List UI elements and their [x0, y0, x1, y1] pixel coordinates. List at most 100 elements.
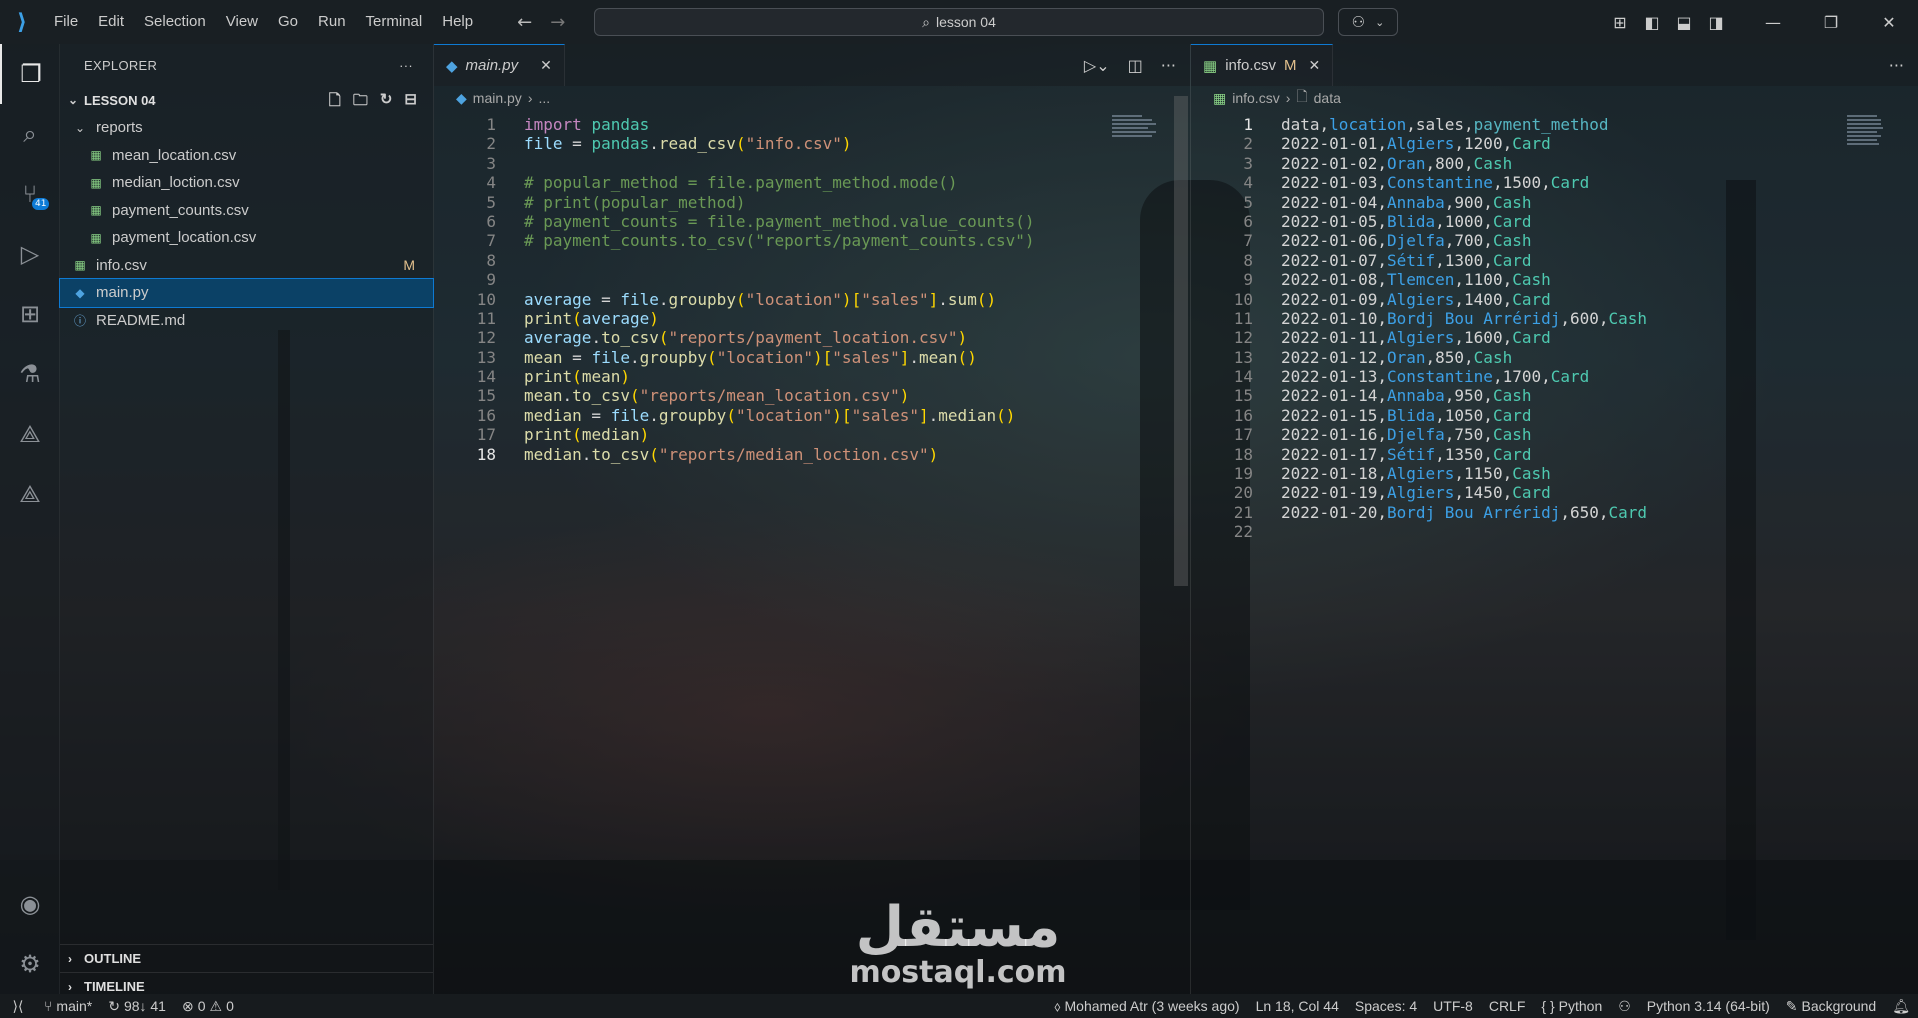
collapse-all-icon[interactable]: ⊟ — [404, 90, 417, 115]
file-tree: ⌄ reports ▦ mean_location.csv ▦ median_loctio… — [59, 114, 434, 335]
extensions-icon[interactable]: ⊞ — [0, 284, 60, 344]
cursor-position[interactable]: Ln 18, Col 44 — [1248, 998, 1347, 1014]
new-file-icon[interactable]: 🗋 — [329, 90, 341, 115]
menu-item-help[interactable]: Help — [432, 0, 483, 44]
code-line: 9 — [434, 270, 1190, 289]
close-icon[interactable]: ✕ — [540, 57, 552, 74]
menu-item-edit[interactable]: Edit — [88, 0, 134, 44]
breadcrumb-file[interactable]: info.csv — [1232, 90, 1279, 106]
more-actions-icon[interactable]: ··· — [399, 58, 413, 73]
mostaql-watermark: مستقل mostaql.com — [838, 898, 1078, 988]
tree-item-mean-location-csv[interactable]: ▦ mean_location.csv — [60, 142, 433, 170]
code-line: 14 print(mean) — [434, 367, 1190, 386]
refresh-icon[interactable]: ↻ — [380, 90, 393, 115]
menu-item-view[interactable]: View — [216, 0, 268, 44]
run-file-icon[interactable]: ▷⌄ — [1084, 56, 1110, 75]
indentation[interactable]: Spaces: 4 — [1347, 998, 1425, 1014]
breadcrumb-symbol[interactable]: ... — [538, 90, 550, 106]
split-editor-icon[interactable]: ◫ — [1128, 56, 1143, 75]
csv-file-icon: ▦ — [1213, 89, 1227, 106]
accounts-icon[interactable]: ◉ — [0, 874, 60, 934]
vscode-logo-icon: ⟩ — [16, 9, 28, 35]
tree-item-median-loction-csv[interactable]: ▦ median_loction.csv — [60, 169, 433, 197]
menu-item-file[interactable]: File — [44, 0, 88, 44]
menu-item-run[interactable]: Run — [308, 0, 356, 44]
line-number: 15 — [1233, 386, 1253, 406]
tree-item-reports[interactable]: ⌄ reports — [60, 114, 433, 142]
more-actions-icon[interactable]: ··· — [1161, 56, 1176, 75]
encoding[interactable]: UTF-8 — [1425, 998, 1481, 1014]
forward-arrow-icon[interactable]: → — [550, 12, 565, 33]
code-line: 7 # payment_counts.to_csv("reports/paymen… — [434, 231, 1190, 250]
csv-text: 2022-01-15,Blida,1050,Card — [1281, 405, 1532, 425]
problems-indicator[interactable]: ⊗ 0 ⚠ 0 — [174, 998, 242, 1015]
outline-section[interactable]: › OUTLINE — [60, 944, 433, 972]
command-center-search[interactable]: ⌕ lesson 04 — [594, 8, 1324, 36]
tree-item-payment-location-csv[interactable]: ▦ payment_location.csv — [60, 224, 433, 252]
tree-item-label: main.py — [96, 284, 149, 302]
restore-icon[interactable]: ❐ — [1802, 13, 1860, 32]
python-file-icon: ◆ — [456, 89, 467, 106]
more-actions-icon[interactable]: ··· — [1889, 56, 1904, 75]
csv-line: 6 2022-01-05,Blida,1000,Card — [1191, 212, 1918, 231]
search-view-icon[interactable]: ⌕ — [0, 104, 60, 164]
toggle-primary-sidebar-icon[interactable]: ◧ — [1636, 13, 1668, 32]
csv-text: 2022-01-01,Algiers,1200,Card — [1281, 134, 1551, 154]
csv-code-area[interactable]: 1 data,location,sales,payment_method 2 2022… — [1191, 115, 1918, 994]
tree-item-payment-counts-csv[interactable]: ▦ payment_counts.csv — [60, 197, 433, 225]
python-env-icon[interactable]: ⟁ — [0, 464, 60, 524]
tree-item-label: info.csv — [96, 256, 147, 274]
tree-item-main-py[interactable]: ◆ main.py — [59, 278, 434, 308]
python-icon[interactable]: ⟁ — [0, 404, 60, 464]
explorer-icon[interactable]: ❐ — [0, 44, 60, 104]
new-folder-icon[interactable]: 🗀 — [353, 90, 368, 115]
copilot-status-icon[interactable]: ⚇ — [1610, 998, 1639, 1015]
tree-item-readme-md[interactable]: ⓘ README.md — [60, 307, 433, 335]
notifications-bell-icon[interactable]: 🔔︎ — [1884, 998, 1918, 1015]
toggle-panel-icon[interactable]: ⬓ — [1668, 13, 1700, 32]
csv-line: 8 2022-01-07,Sétif,1300,Card — [1191, 251, 1918, 270]
back-arrow-icon[interactable]: ← — [517, 12, 532, 33]
python-interpreter[interactable]: Python 3.14 (64-bit) — [1639, 998, 1778, 1014]
copilot-button[interactable]: ⚇ ⌄ — [1338, 8, 1398, 36]
close-icon[interactable]: ✕ — [1309, 57, 1321, 74]
tab-main-py[interactable]: ◆ main.py ✕ — [434, 44, 565, 86]
close-window-icon[interactable]: ✕ — [1860, 13, 1918, 32]
remote-icon[interactable]: ⟩⟨ — [0, 998, 36, 1015]
line-number: 21 — [1233, 502, 1253, 522]
line-number: 7 — [486, 231, 496, 251]
customize-layout-icon[interactable]: ⊞ — [1604, 13, 1636, 32]
menu-item-go[interactable]: Go — [268, 0, 308, 44]
minimap-right[interactable] — [1847, 115, 1897, 155]
git-blame[interactable]: ⬨ Mohamed Atr (3 weeks ago) — [1046, 998, 1247, 1015]
run-debug-icon[interactable]: ▷ — [0, 224, 60, 284]
vertical-scrollbar[interactable] — [1174, 96, 1188, 586]
breadcrumb-file[interactable]: main.py — [473, 90, 522, 106]
source-control-icon[interactable]: ⑂ 41 — [0, 164, 60, 224]
minimize-icon[interactable]: — — [1744, 13, 1802, 32]
line-number: 3 — [486, 153, 496, 173]
menu-item-selection[interactable]: Selection — [134, 0, 216, 44]
csv-text: 2022-01-12,Oran,850,Cash — [1281, 347, 1513, 367]
tree-item-info-csv[interactable]: ▦ info.csv M — [60, 252, 433, 280]
line-number: 11 — [1233, 308, 1253, 328]
branch-indicator[interactable]: ⑂ main* — [36, 998, 100, 1014]
code-area[interactable]: 1 import pandas 2 file = pandas.read_csv("i… — [434, 115, 1190, 994]
code-text: # print(popular_method) — [524, 192, 746, 212]
minimap[interactable] — [1112, 115, 1162, 155]
sync-indicator[interactable]: ↻ 98↓ 41 — [100, 998, 174, 1015]
toggle-secondary-sidebar-icon[interactable]: ◨ — [1700, 13, 1732, 32]
tab-info-csv[interactable]: ▦ info.csv M ✕ — [1191, 44, 1334, 86]
testing-icon[interactable]: ⚗ — [0, 344, 60, 404]
manage-gear-icon[interactable]: ⚙ — [0, 934, 60, 994]
editor-group-info-csv: ▦ info.csv M ✕ ··· ▦ info.csv › 🗋 data 1… — [1190, 44, 1918, 994]
workspace-section[interactable]: ⌄ LESSON 04 🗋 🗀 ↻ ⊟ — [60, 86, 433, 114]
language-mode[interactable]: { } Python — [1533, 998, 1610, 1014]
end-of-line[interactable]: CRLF — [1481, 998, 1534, 1014]
code-line: 10 average = file.groupby("location")["sa… — [434, 290, 1190, 309]
csv-text: 2022-01-14,Annaba,950,Cash — [1281, 386, 1532, 406]
breadcrumb-symbol[interactable]: data — [1314, 90, 1341, 106]
background-toggle[interactable]: ✎ Background — [1778, 998, 1884, 1015]
menu-item-terminal[interactable]: Terminal — [356, 0, 433, 44]
